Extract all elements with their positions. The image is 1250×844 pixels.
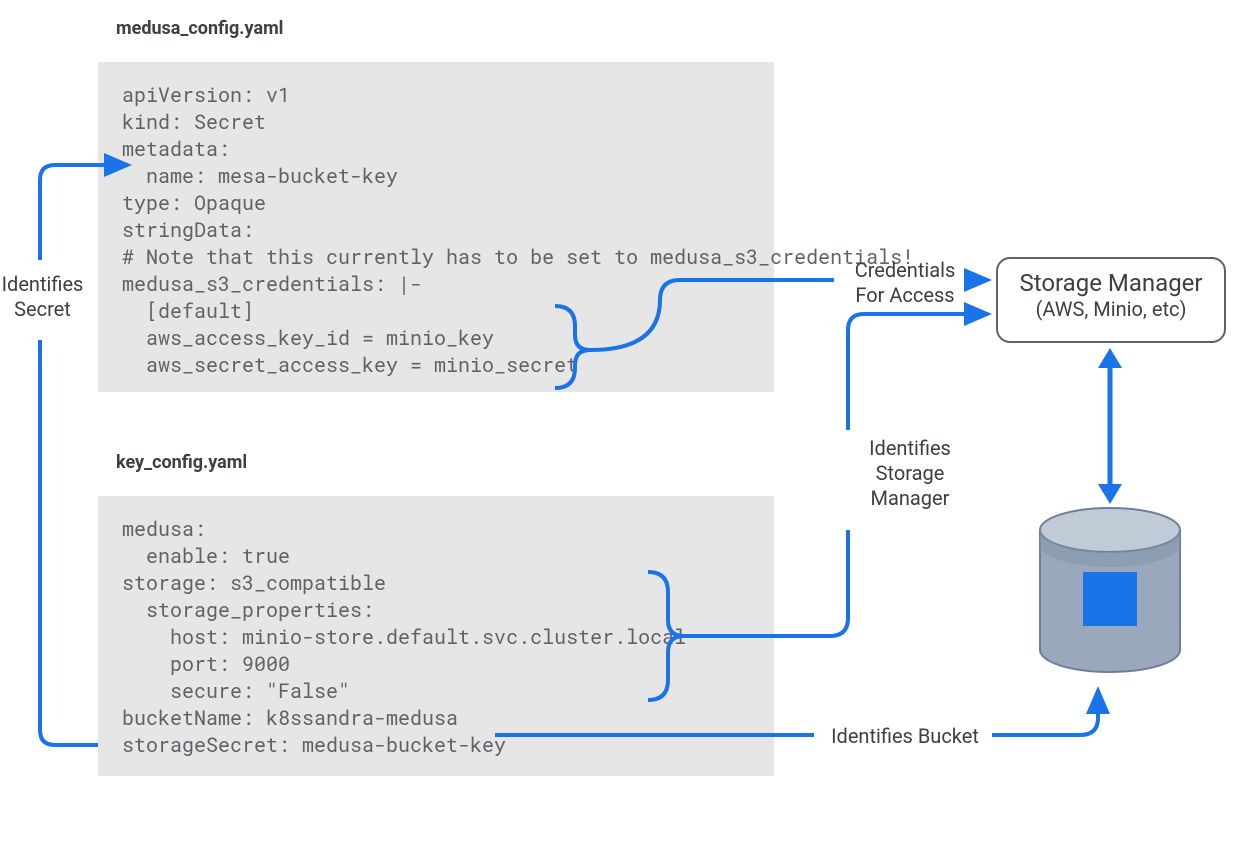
connector-storage-manager-2 bbox=[848, 314, 988, 430]
database-cylinder-icon bbox=[1040, 508, 1180, 672]
storage-manager-subtitle: (AWS, Minio, etc) bbox=[998, 297, 1224, 321]
diagram-canvas: medusa_config.yaml apiVersion: v1 kind: … bbox=[0, 0, 1250, 844]
code-block-key: medusa: enable: true storage: s3_compati… bbox=[98, 496, 774, 776]
annotation-identifies-bucket: Identifies Bucket bbox=[820, 724, 990, 749]
arrow-double-head-down bbox=[1098, 484, 1122, 504]
storage-manager-box: Storage Manager (AWS, Minio, etc) bbox=[996, 257, 1226, 343]
annotation-credentials: Credentials For Access bbox=[840, 258, 970, 308]
arrow-bucket bbox=[992, 690, 1098, 735]
file-title-medusa: medusa_config.yaml bbox=[116, 18, 283, 39]
file-title-key: key_config.yaml bbox=[116, 452, 247, 473]
annotation-identifies-secret: Identifies Secret bbox=[0, 272, 85, 322]
arrow-identifies-secret bbox=[40, 340, 98, 745]
arrow-double-head-up bbox=[1098, 348, 1122, 368]
annotation-identifies-storage-manager: Identifies Storage Manager bbox=[855, 436, 965, 511]
code-block-medusa: apiVersion: v1 kind: Secret metadata: na… bbox=[98, 62, 774, 392]
storage-manager-title: Storage Manager bbox=[998, 269, 1224, 297]
